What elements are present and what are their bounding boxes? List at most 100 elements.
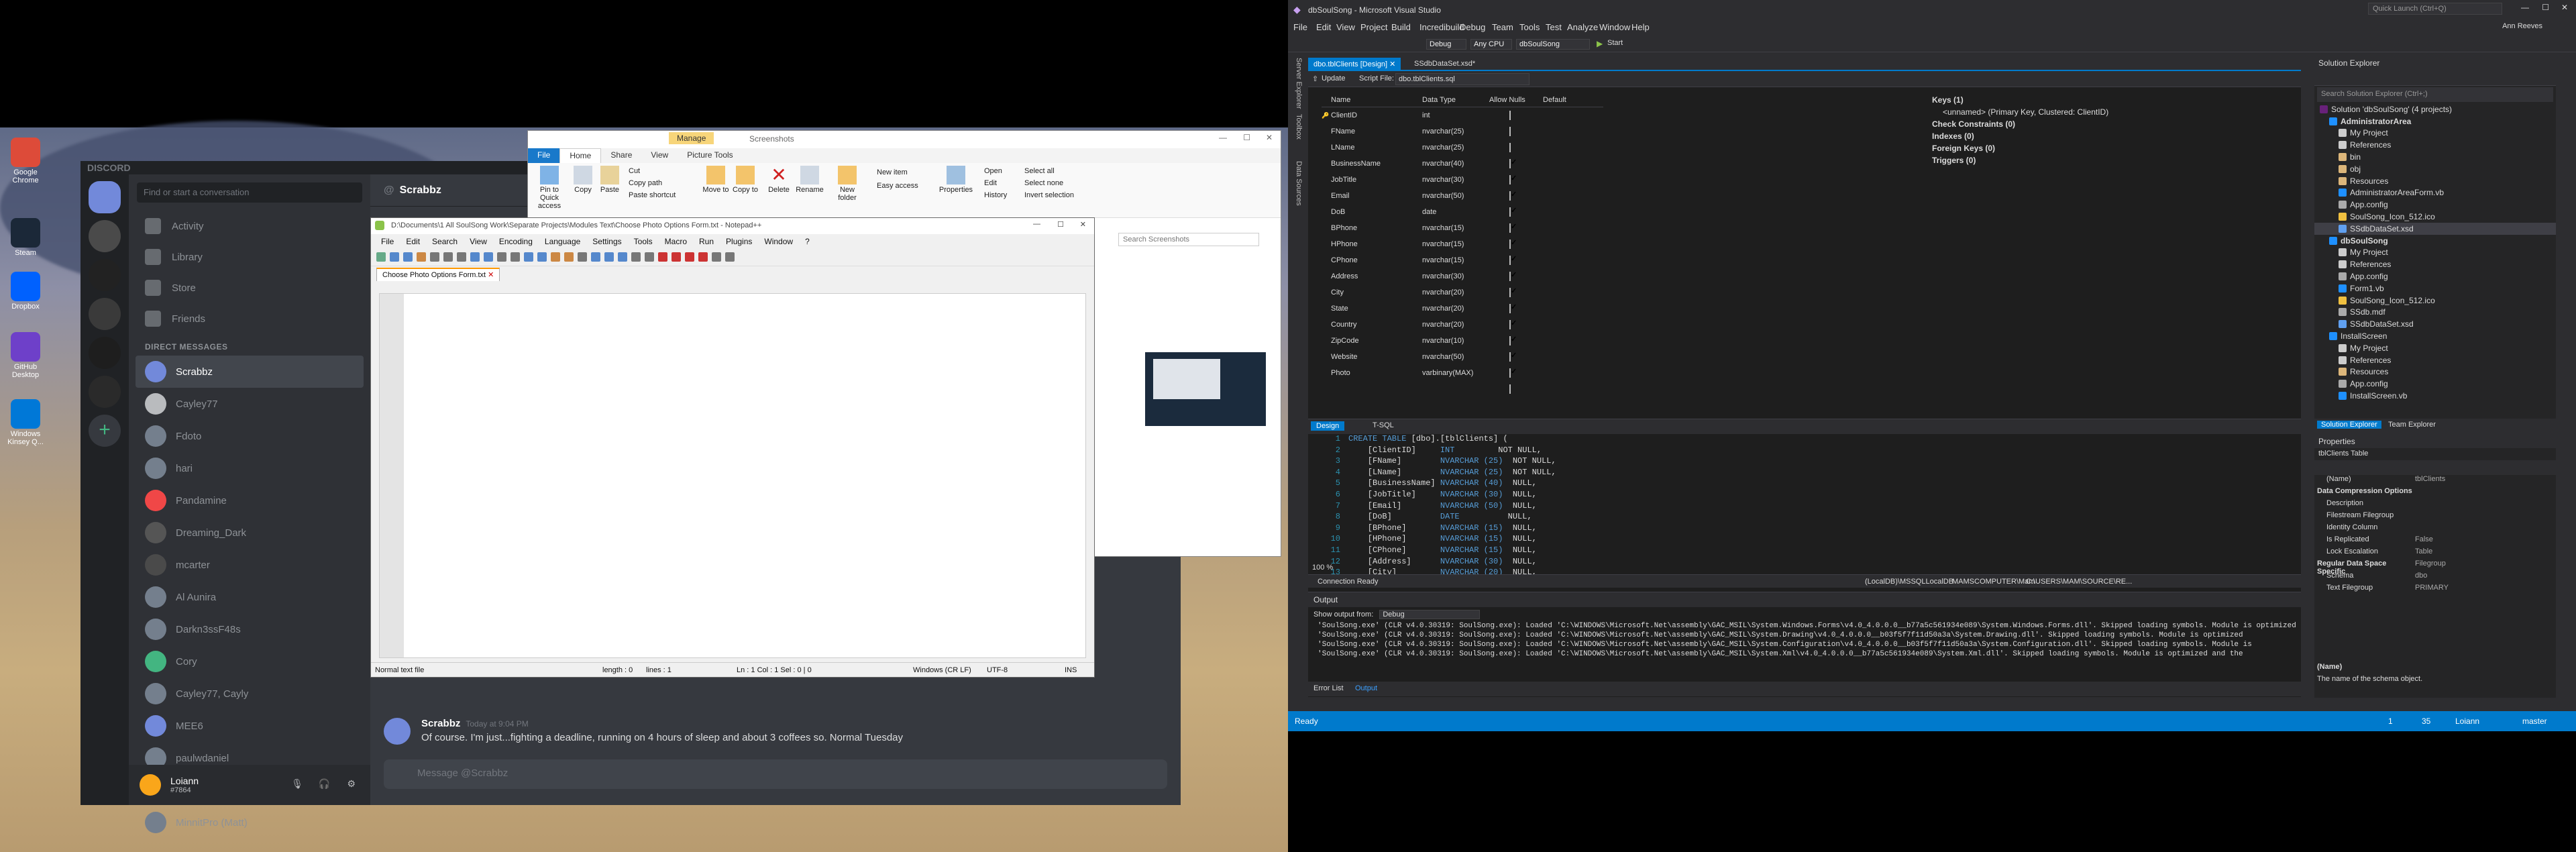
nav-item-activity[interactable]: Activity xyxy=(129,211,370,242)
column-type[interactable]: nvarchar(20) xyxy=(1422,288,1489,297)
vs-menu-tools[interactable]: Tools xyxy=(1519,22,1540,32)
allow-nulls-checkbox[interactable] xyxy=(1509,256,1511,265)
table-row[interactable]: CPhone nvarchar(15) xyxy=(1322,252,1603,268)
property-value[interactable]: Filegroup xyxy=(2415,560,2446,572)
code-line[interactable]: 1 CREATE TABLE [dbo].[tblClients] ( xyxy=(1308,434,2301,445)
table-row[interactable]: HPhone nvarchar(15) xyxy=(1322,236,1603,252)
move-to-button[interactable]: Move to xyxy=(702,166,729,194)
key-item[interactable]: Keys (1) xyxy=(1932,95,2108,107)
dm-item[interactable]: Dreaming_Dark xyxy=(129,517,370,549)
toolbar-button-icon[interactable] xyxy=(403,252,413,262)
code-line[interactable]: 3 [FName] NVARCHAR (25) NOT NULL, xyxy=(1308,456,2301,468)
nav-item-library[interactable]: Library xyxy=(129,242,370,272)
tree-node[interactable]: obj xyxy=(2314,163,2556,175)
select-none-button[interactable]: Select none xyxy=(1024,179,1063,187)
column-type[interactable]: nvarchar(25) xyxy=(1422,127,1489,136)
minimize-button[interactable]: — xyxy=(1033,220,1040,228)
column-type[interactable]: nvarchar(15) xyxy=(1422,240,1489,248)
properties-button[interactable]: Properties xyxy=(937,166,975,194)
toolbar-button-icon[interactable] xyxy=(578,252,587,262)
code-line[interactable]: 7 [Email] NVARCHAR (50) NULL, xyxy=(1308,501,2301,513)
toolbar-button-icon[interactable] xyxy=(725,252,735,262)
toolbar-button-icon[interactable] xyxy=(417,252,426,262)
history-button[interactable]: History xyxy=(984,191,1007,199)
delete-button[interactable]: ✕ Delete xyxy=(765,166,792,195)
tree-node[interactable]: My Project xyxy=(2314,127,2556,140)
table-row[interactable]: BPhone nvarchar(15) xyxy=(1322,220,1603,236)
menu-11[interactable]: Window xyxy=(758,234,799,249)
tab-file[interactable]: File xyxy=(528,148,560,163)
property-row[interactable]: Data Compression Options xyxy=(2314,487,2556,499)
code-line[interactable]: 10 [HPhone] NVARCHAR (15) NULL, xyxy=(1308,534,2301,545)
allow-nulls-checkbox[interactable] xyxy=(1509,304,1511,313)
git-branch[interactable]: master xyxy=(2522,716,2547,726)
close-button[interactable]: ✕ xyxy=(2561,3,2568,12)
key-item[interactable]: <unnamed> (Primary Key, Clustered: Clien… xyxy=(1932,107,2108,119)
toolbar-button-icon[interactable] xyxy=(511,252,520,262)
tree-node[interactable]: bin xyxy=(2314,151,2556,163)
property-value[interactable]: False xyxy=(2415,535,2433,547)
config-dropdown[interactable]: Debug xyxy=(1426,39,1466,50)
tree-node[interactable]: App.config xyxy=(2314,270,2556,282)
server-icon[interactable] xyxy=(89,259,121,291)
warning-count[interactable]: 35 xyxy=(2422,716,2430,726)
key-item[interactable]: Triggers (0) xyxy=(1932,156,2108,168)
gear-icon[interactable]: ⚙ xyxy=(347,778,356,790)
close-button[interactable]: ✕ xyxy=(1080,220,1086,229)
vs-menu-debug[interactable]: Debug xyxy=(1460,22,1485,32)
key-item[interactable]: Indexes (0) xyxy=(1932,131,2108,144)
toolbar-button-icon[interactable] xyxy=(484,252,493,262)
tree-node[interactable]: App.config xyxy=(2314,378,2556,390)
properties-object[interactable]: tblClients Table xyxy=(2314,448,2556,460)
start-button[interactable]: Start xyxy=(1607,39,1623,47)
desktop-icon[interactable]: GitHub Desktop xyxy=(5,332,46,379)
desktop-icon[interactable]: Steam xyxy=(5,218,46,257)
git-user[interactable]: Loiann xyxy=(2455,716,2479,726)
table-row[interactable]: ZipCode nvarchar(10) xyxy=(1322,333,1603,349)
column-name[interactable]: Address xyxy=(1322,272,1422,280)
nav-item-store[interactable]: Store xyxy=(129,272,370,303)
dm-item[interactable]: hari xyxy=(129,452,370,484)
toolbar-button-icon[interactable] xyxy=(470,252,480,262)
table-row[interactable]: Website nvarchar(50) xyxy=(1322,349,1603,365)
property-row[interactable]: Regular Data Space Specific Filegroup xyxy=(2314,560,2556,576)
tab-picture-tools[interactable]: Picture Tools xyxy=(678,148,742,163)
vs-menu-project[interactable]: Project xyxy=(1360,22,1387,32)
server-icon[interactable] xyxy=(89,376,121,408)
table-row[interactable]: LName nvarchar(25) xyxy=(1322,140,1603,156)
column-type[interactable]: date xyxy=(1422,208,1489,216)
allow-nulls-checkbox[interactable] xyxy=(1509,336,1511,345)
allow-nulls-checkbox[interactable] xyxy=(1509,368,1511,378)
server-explorer-tab[interactable]: Server Explorer xyxy=(1295,58,1303,109)
avatar[interactable] xyxy=(140,774,161,796)
column-name[interactable]: Email xyxy=(1322,192,1422,200)
code-line[interactable]: 11 [CPhone] NVARCHAR (15) NULL, xyxy=(1308,545,2301,557)
tree-node[interactable]: AdministratorArea xyxy=(2314,115,2556,127)
tree-node[interactable]: Resources xyxy=(2314,366,2556,378)
vs-menu-team[interactable]: Team xyxy=(1492,22,1513,32)
toolbar-button-icon[interactable] xyxy=(604,252,614,262)
dm-item[interactable]: MEE6 xyxy=(129,710,370,742)
dm-item[interactable]: mcarter xyxy=(129,549,370,581)
menu-0[interactable]: File xyxy=(375,234,400,249)
nav-item-friends[interactable]: Friends xyxy=(129,303,370,334)
select-all-button[interactable]: Select all xyxy=(1024,167,1055,175)
column-type[interactable]: nvarchar(15) xyxy=(1422,256,1489,264)
menu-10[interactable]: Plugins xyxy=(720,234,758,249)
property-row[interactable]: Schema dbo xyxy=(2314,572,2556,584)
tree-node[interactable]: SoulSong_Icon_512.ico xyxy=(2314,211,2556,223)
server-icon[interactable] xyxy=(89,298,121,330)
property-row[interactable]: Is Replicated False xyxy=(2314,535,2556,547)
headphones-icon[interactable]: 🎧 xyxy=(319,778,330,790)
column-name[interactable]: ClientID xyxy=(1322,111,1422,119)
mic-icon[interactable]: 🎙 xyxy=(291,778,303,790)
project-dropdown[interactable]: dbSoulSong xyxy=(1516,39,1590,50)
tree-node[interactable]: SSdbDataSet.xsd xyxy=(2314,318,2556,330)
column-name[interactable]: Photo xyxy=(1322,369,1422,377)
column-name[interactable]: LName xyxy=(1322,144,1422,152)
column-type[interactable]: nvarchar(50) xyxy=(1422,353,1489,361)
table-row[interactable]: State nvarchar(20) xyxy=(1322,301,1603,317)
code-line[interactable]: 2 [ClientID] INT NOT NULL, xyxy=(1308,445,2301,457)
column-type[interactable]: int xyxy=(1422,111,1489,119)
tab-solution-explorer[interactable]: Solution Explorer xyxy=(2317,421,2381,429)
